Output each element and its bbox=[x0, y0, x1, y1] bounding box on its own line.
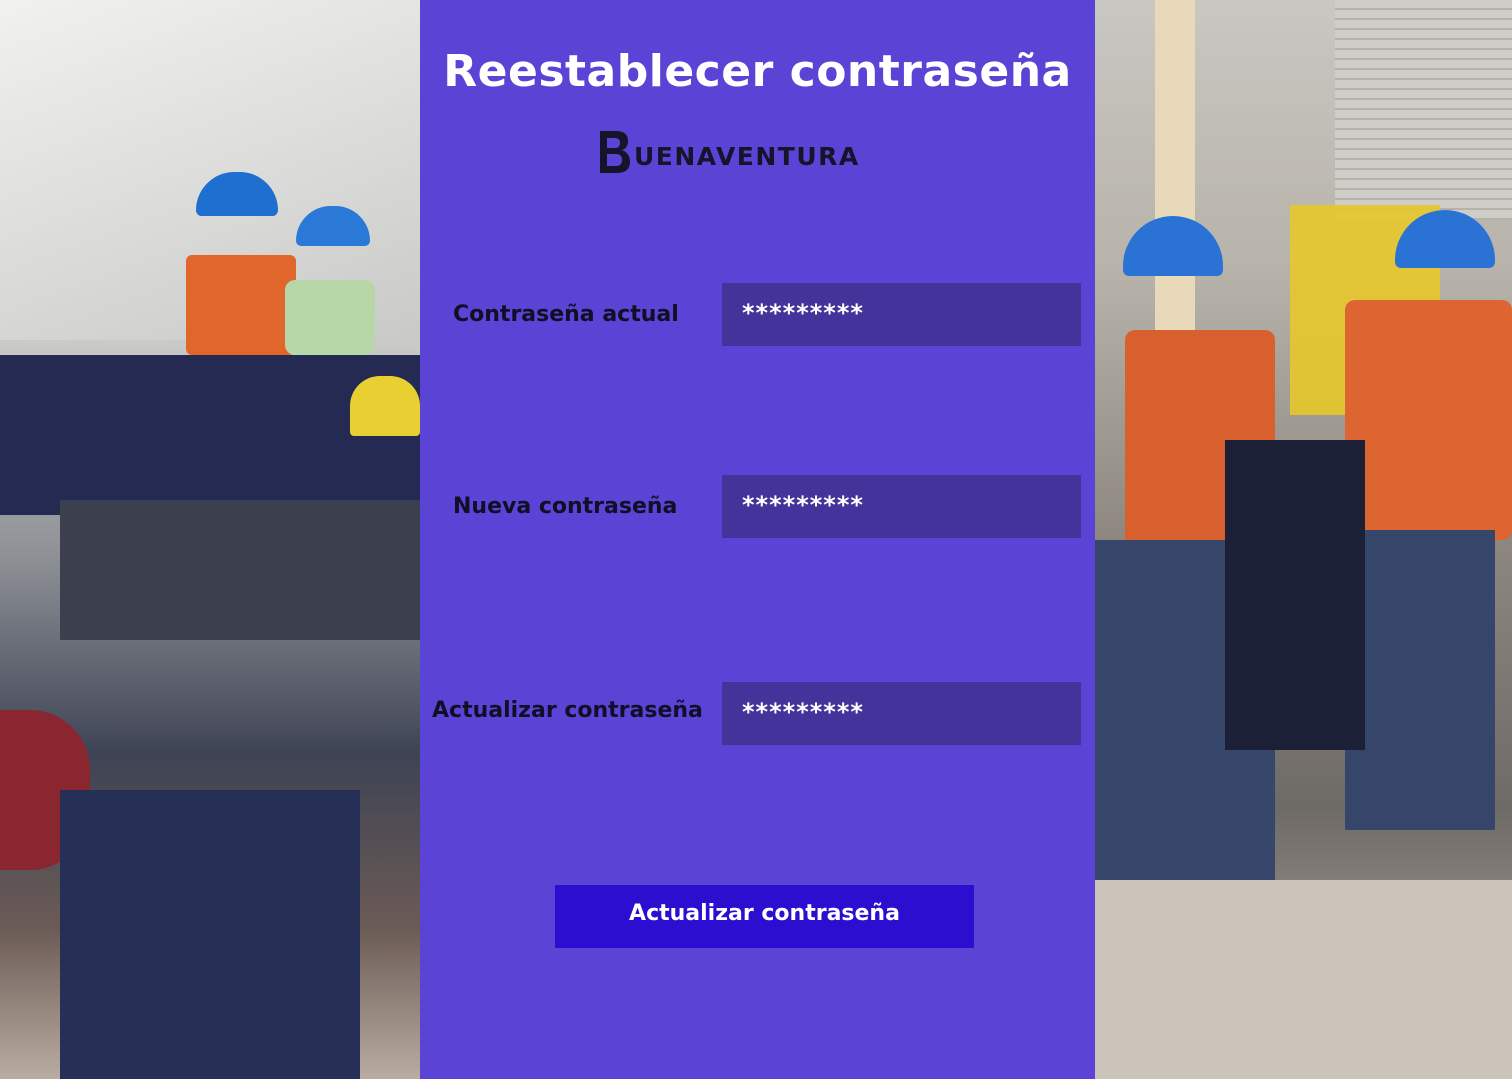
photo-floor bbox=[1095, 880, 1512, 1079]
current-password-field[interactable]: ********* bbox=[722, 283, 1081, 346]
new-password-field[interactable]: ********* bbox=[722, 475, 1081, 538]
photo-worker-vest bbox=[186, 255, 296, 355]
photo-machinery bbox=[60, 790, 360, 1079]
photo-worker-jacket bbox=[285, 280, 375, 355]
photo-worker-vest bbox=[1345, 300, 1512, 540]
buenaventura-logo-icon bbox=[600, 131, 630, 173]
confirm-password-label: Actualizar contraseña bbox=[432, 698, 703, 723]
reset-password-panel: Reestablecer contraseña UENAVENTURA Cont… bbox=[420, 0, 1095, 1079]
current-password-value[interactable]: ********* bbox=[742, 299, 864, 327]
background-photo-right bbox=[1095, 0, 1512, 1079]
photo-yellow-bracket bbox=[350, 376, 420, 436]
current-password-label: Contraseña actual bbox=[453, 302, 679, 327]
photo-garage-door bbox=[1335, 0, 1512, 220]
page-title: Reestablecer contraseña bbox=[443, 46, 1072, 97]
photo-helmet bbox=[1123, 216, 1223, 276]
photo-machine bbox=[1225, 440, 1365, 750]
confirm-password-field[interactable]: ********* bbox=[722, 682, 1081, 745]
update-password-button[interactable]: Actualizar contraseña bbox=[555, 885, 974, 948]
brand-logo: UENAVENTURA bbox=[598, 128, 938, 176]
confirm-password-value[interactable]: ********* bbox=[742, 698, 864, 726]
photo-pillar bbox=[1155, 0, 1195, 340]
new-password-label: Nueva contraseña bbox=[453, 494, 678, 519]
brand-name: UENAVENTURA bbox=[634, 141, 860, 171]
background-photo-left bbox=[0, 0, 420, 1079]
photo-machinery bbox=[60, 500, 420, 640]
new-password-value[interactable]: ********* bbox=[742, 491, 864, 519]
photo-worker-pants bbox=[1345, 530, 1495, 830]
